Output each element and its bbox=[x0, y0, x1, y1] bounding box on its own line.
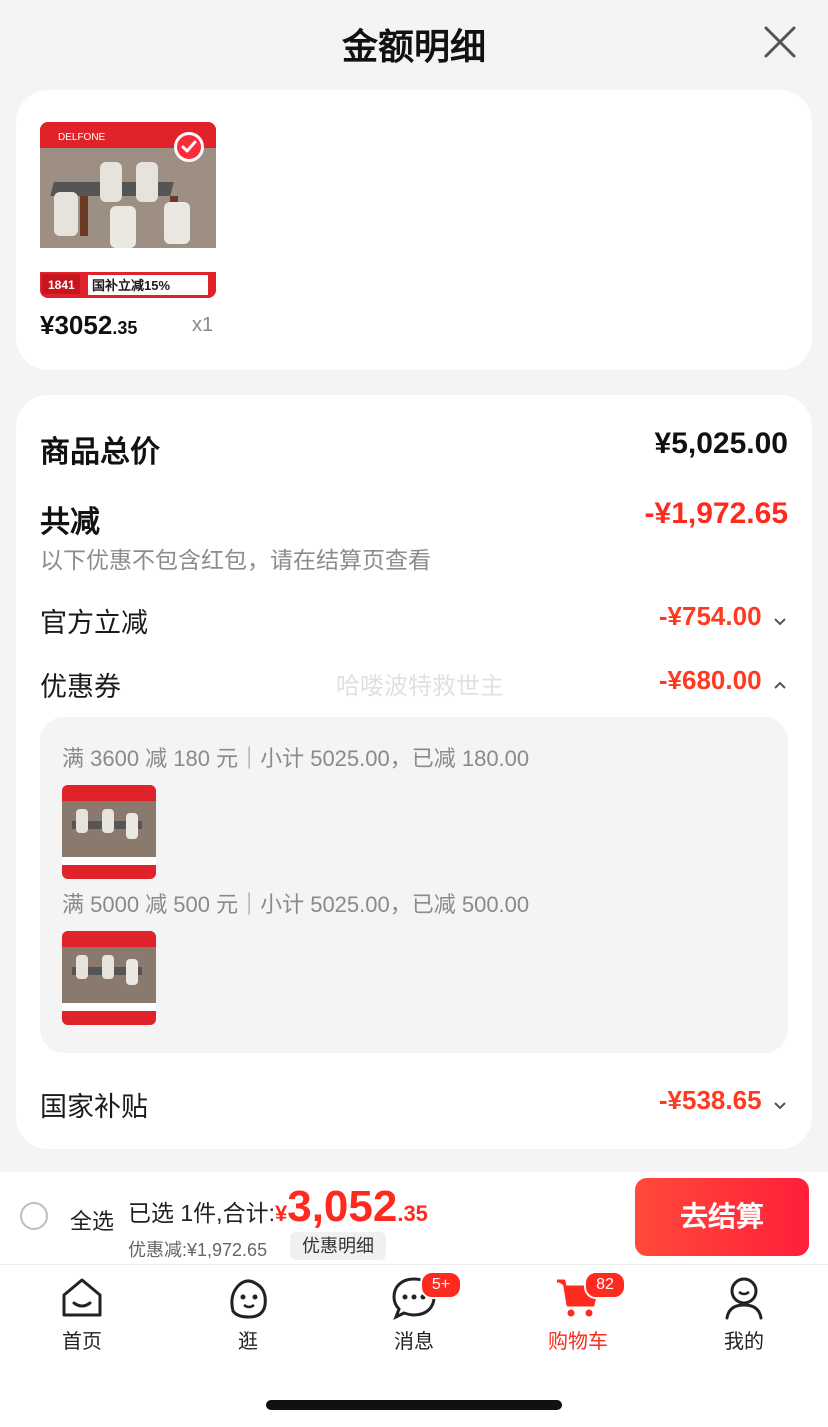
tab-browse-label: 逛 bbox=[238, 1331, 258, 1353]
selected-check-icon[interactable] bbox=[174, 132, 204, 162]
total-row: 商品总价 ¥5,025.00 bbox=[40, 427, 788, 471]
coupon-line-1: 满 3600 减 180 元｜小计 5025.00，已减 180.00 bbox=[62, 746, 530, 771]
reduce-value: -¥1,972.65 bbox=[644, 497, 788, 530]
reduce-row: 共减 -¥1,972.65 bbox=[40, 497, 788, 541]
discount-note: 以下优惠不包含红包，请在结算页查看 bbox=[40, 547, 431, 573]
select-all-label[interactable]: 全选 bbox=[70, 1204, 114, 1236]
chevron-down-icon[interactable] bbox=[772, 1097, 788, 1113]
tab-profile-label: 我的 bbox=[724, 1331, 764, 1353]
checkout-bar: 全选 已选 1件,合计:¥3,052.35 优惠减:¥1,972.65 优惠明细… bbox=[0, 1172, 828, 1264]
tab-message[interactable]: 5+ 消息 bbox=[354, 1271, 474, 1365]
chevron-up-icon[interactable] bbox=[772, 677, 788, 693]
profile-icon bbox=[725, 1277, 763, 1320]
coupon-label: 优惠券 bbox=[40, 672, 121, 702]
tab-browse[interactable]: 逛 bbox=[188, 1275, 308, 1365]
product-price-tag: 1841 bbox=[48, 278, 75, 292]
close-icon[interactable] bbox=[762, 24, 798, 60]
home-indicator[interactable] bbox=[266, 1400, 562, 1410]
discount-detail-button[interactable]: 优惠明细 bbox=[290, 1232, 386, 1260]
page-title: 金额明细 bbox=[341, 26, 486, 67]
price-detail-card: 商品总价 ¥5,025.00 共减 -¥1,972.65 以下优惠不包含红包，请… bbox=[16, 395, 812, 1149]
official-discount-amount: -¥754.00 bbox=[659, 601, 788, 632]
tab-home-label: 首页 bbox=[62, 1331, 102, 1353]
official-discount-row[interactable]: 官方立减 -¥754.00 bbox=[40, 601, 788, 640]
product-price-dec: .35 bbox=[112, 318, 138, 338]
discount-amount: 优惠减:¥1,972.65 bbox=[128, 1240, 268, 1260]
checkout-button[interactable]: 去结算 bbox=[635, 1178, 809, 1256]
total-yen: ¥ bbox=[274, 1201, 288, 1226]
subsidy-value: -¥538.65 bbox=[658, 1085, 762, 1115]
total-label: 商品总价 bbox=[40, 436, 160, 469]
tab-home[interactable]: 首页 bbox=[22, 1275, 142, 1365]
message-badge: 5+ bbox=[420, 1271, 462, 1299]
selected-count: 已选 1件,合计: bbox=[128, 1200, 275, 1226]
tab-cart-label: 购物车 bbox=[548, 1331, 608, 1353]
subsidy-amount: -¥538.65 bbox=[659, 1085, 788, 1116]
subsidy-label: 国家补贴 bbox=[40, 1092, 148, 1122]
coupon-row[interactable]: 优惠券 -¥680.00 bbox=[40, 665, 788, 704]
product-promo: 国补立减15% bbox=[92, 278, 170, 293]
home-icon bbox=[62, 1278, 102, 1317]
product-brand: DELFONE bbox=[58, 132, 106, 143]
subsidy-row[interactable]: 国家补贴 -¥538.65 bbox=[40, 1085, 788, 1124]
tab-profile[interactable]: 我的 bbox=[684, 1275, 804, 1365]
coupon-value: -¥680.00 bbox=[658, 665, 762, 695]
browse-icon bbox=[230, 1279, 267, 1319]
product-card: DELFONE 1841 国补立减15% ¥3052.35 x1 bbox=[16, 90, 812, 370]
total-summary: 已选 1件,合计:¥3,052.35 bbox=[128, 1182, 428, 1232]
cart-badge: 82 bbox=[584, 1271, 626, 1299]
reduce-label: 共减 bbox=[40, 506, 100, 539]
official-discount-label: 官方立减 bbox=[40, 608, 148, 638]
coupon-product-thumb-2 bbox=[62, 931, 156, 1025]
tab-cart[interactable]: 82 购物车 bbox=[518, 1271, 638, 1365]
coupon-line-2: 满 5000 减 500 元｜小计 5025.00，已减 500.00 bbox=[62, 892, 530, 917]
select-all-radio[interactable] bbox=[20, 1202, 48, 1230]
chevron-down-icon[interactable] bbox=[772, 613, 788, 629]
header: 金额明细 bbox=[0, 0, 828, 84]
total-value: ¥5,025.00 bbox=[654, 427, 788, 460]
coupon-product-thumb-1 bbox=[62, 785, 156, 879]
official-discount-value: -¥754.00 bbox=[658, 601, 762, 631]
product-quantity: x1 bbox=[192, 314, 214, 336]
product-price-int: ¥3052 bbox=[40, 310, 113, 340]
tab-message-label: 消息 bbox=[394, 1331, 434, 1353]
total-big: 3,052 bbox=[287, 1182, 398, 1231]
product-price: ¥3052.35 bbox=[40, 310, 137, 341]
product-image[interactable]: DELFONE 1841 国补立减15% bbox=[40, 122, 216, 298]
total-dec: .35 bbox=[397, 1201, 428, 1226]
coupon-amount: -¥680.00 bbox=[659, 665, 788, 696]
coupon-detail-box: 满 3600 减 180 元｜小计 5025.00，已减 180.00 满 50… bbox=[40, 717, 788, 1053]
